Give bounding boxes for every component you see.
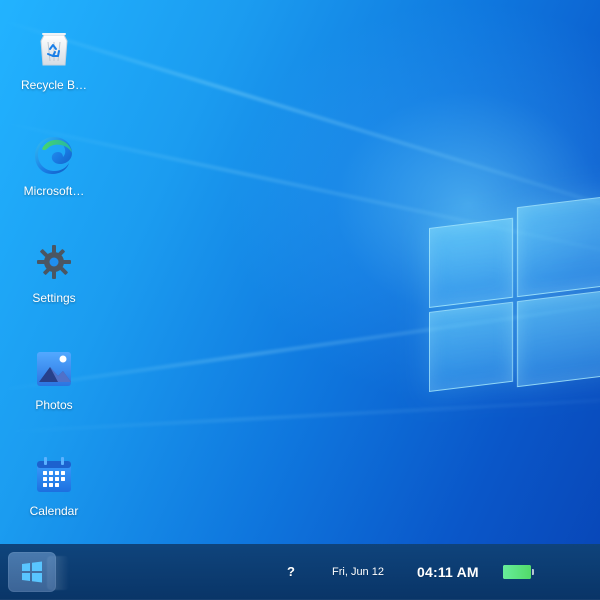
recycle-bin-icon [32, 27, 76, 71]
calendar-icon [32, 453, 76, 497]
desktop-icon-label: Settings [32, 291, 76, 305]
desktop-icon-settings[interactable]: Settings [14, 232, 94, 326]
windows-logo-icon [21, 561, 43, 583]
start-button[interactable] [8, 552, 56, 592]
desktop-icon-label: Photos [35, 398, 73, 412]
wallpaper-windows-logo [429, 183, 600, 398]
battery-icon [503, 565, 534, 579]
photos-icon [32, 347, 76, 391]
windows-logo-pane [429, 217, 513, 308]
taskbar: ? Fri, Jun 12 04:11 AM [0, 544, 600, 600]
desktop-icon-recycle-bin[interactable]: Recycle B… [14, 19, 94, 113]
battery-fill [503, 565, 531, 579]
windows-logo-pane [517, 287, 600, 388]
windows-logo-pane [429, 301, 513, 392]
edge-icon [32, 133, 76, 177]
help-button[interactable]: ? [287, 544, 295, 600]
taskbar-time: 04:11 AM [417, 564, 479, 580]
desktop-icon-calendar[interactable]: Calendar [14, 445, 94, 539]
desktop-icon-label: Recycle B… [20, 78, 88, 92]
desktop-icon-photos[interactable]: Photos [14, 339, 94, 433]
desktop-icon-microsoft-edge[interactable]: Microsoft… [14, 125, 94, 219]
desktop-icon-label: Calendar [29, 504, 79, 518]
gear-icon [32, 240, 76, 284]
taskbar-date: Fri, Jun 12 [332, 566, 384, 578]
desktop: Recycle B… Microsoft… Settings Photos Ca… [0, 0, 600, 600]
windows-logo-pane [517, 193, 600, 298]
desktop-icon-label: Microsoft… [23, 184, 85, 198]
